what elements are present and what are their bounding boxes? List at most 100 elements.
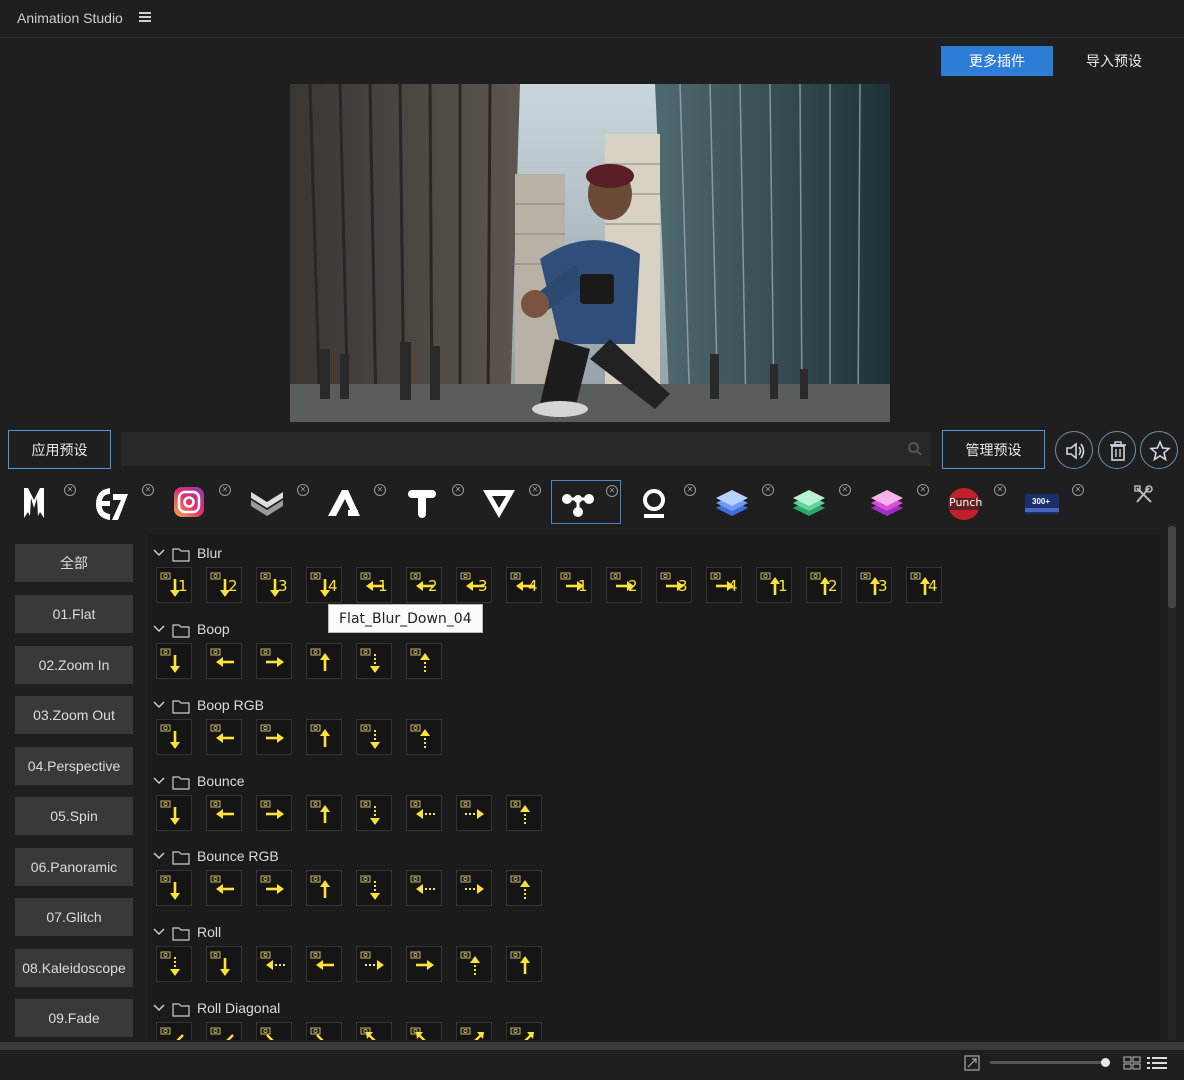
category-glitch[interactable]: 07.Glitch [15, 898, 133, 936]
preset-tile[interactable]: 1 [356, 567, 392, 603]
chevron-down-icon[interactable] [153, 777, 165, 785]
preset-tile[interactable] [156, 643, 192, 679]
preset-tile[interactable] [456, 1022, 492, 1040]
preset-tile[interactable] [356, 795, 392, 831]
close-icon[interactable]: ✕ [917, 484, 929, 496]
list-view-icon[interactable] [1147, 1056, 1167, 1070]
category-flat[interactable]: 01.Flat [15, 595, 133, 633]
preset-tile[interactable]: 2 [406, 567, 442, 603]
preset-tile[interactable] [406, 946, 442, 982]
category-panoramic[interactable]: 06.Panoramic [15, 848, 133, 886]
preset-tile[interactable] [506, 795, 542, 831]
chevron-down-icon[interactable] [153, 549, 165, 557]
apply-preset-button[interactable]: 应用预设 [8, 430, 111, 469]
plugin-v[interactable]: ✕ [473, 480, 543, 524]
close-icon[interactable]: ✕ [762, 484, 774, 496]
preset-tile[interactable]: 4 [906, 567, 942, 603]
chevron-down-icon[interactable] [153, 928, 165, 936]
manage-presets-button[interactable]: 管理预设 [942, 430, 1045, 469]
delete-button[interactable] [1098, 431, 1136, 469]
chevron-down-icon[interactable] [153, 701, 165, 709]
preset-tile[interactable] [156, 719, 192, 755]
preset-tile[interactable] [256, 946, 292, 982]
category-zoom-in[interactable]: 02.Zoom In [15, 646, 133, 684]
preset-tile[interactable] [406, 870, 442, 906]
preset-tile[interactable] [406, 719, 442, 755]
preset-tile[interactable] [256, 719, 292, 755]
preset-tile[interactable] [206, 795, 242, 831]
preset-tile[interactable] [256, 1022, 292, 1040]
zoom-slider[interactable] [990, 1061, 1110, 1064]
import-presets-button[interactable]: 导入预设 [1068, 46, 1160, 76]
plugin-e7[interactable]: ✕ [86, 480, 156, 524]
preset-tile[interactable] [356, 1022, 392, 1040]
preset-tile[interactable] [306, 795, 342, 831]
plugin-instagram[interactable]: ✕ [163, 480, 233, 524]
preset-tile[interactable] [456, 870, 492, 906]
preset-tile[interactable]: 1 [556, 567, 592, 603]
close-icon[interactable]: ✕ [839, 484, 851, 496]
preset-tile[interactable]: 3 [656, 567, 692, 603]
hamburger-menu-icon[interactable] [139, 12, 151, 22]
close-icon[interactable]: ✕ [452, 484, 464, 496]
vertical-scroll-thumb[interactable] [1168, 526, 1176, 608]
preset-tile[interactable] [356, 643, 392, 679]
plugin-transitions[interactable]: 300+ ✕ [1016, 480, 1086, 524]
category-perspective[interactable]: 04.Perspective [15, 747, 133, 785]
preset-tile[interactable] [506, 870, 542, 906]
close-icon[interactable]: ✕ [374, 484, 386, 496]
preset-tile[interactable] [456, 946, 492, 982]
close-icon[interactable]: ✕ [684, 484, 696, 496]
preset-tile[interactable]: 2 [206, 567, 242, 603]
preset-tile[interactable] [406, 1022, 442, 1040]
preset-tile[interactable]: 2 [606, 567, 642, 603]
close-icon[interactable]: ✕ [64, 484, 76, 496]
preset-tile[interactable] [306, 719, 342, 755]
category-all[interactable]: 全部 [15, 544, 133, 582]
preset-tile[interactable] [206, 870, 242, 906]
preset-tile[interactable] [156, 795, 192, 831]
category-spin[interactable]: 05.Spin [15, 797, 133, 835]
preset-tile[interactable] [256, 643, 292, 679]
preset-tile[interactable]: 4 [306, 567, 342, 603]
category-kaleidoscope[interactable]: 08.Kaleidoscope [15, 949, 133, 987]
preset-tile[interactable] [206, 719, 242, 755]
close-icon[interactable]: ✕ [219, 484, 231, 496]
fit-size-icon[interactable] [964, 1055, 980, 1071]
preset-tile[interactable] [356, 870, 392, 906]
plugin-punch[interactable]: Punch ✕ [938, 480, 1008, 524]
preset-tile[interactable] [206, 946, 242, 982]
preset-tile[interactable]: 1 [156, 567, 192, 603]
preset-tile[interactable] [406, 643, 442, 679]
preset-tile[interactable] [206, 1022, 242, 1040]
tools-icon[interactable] [1133, 484, 1155, 506]
preset-tile[interactable] [256, 795, 292, 831]
plugin-t[interactable]: ✕ [396, 480, 466, 524]
category-fade[interactable]: 09.Fade [15, 999, 133, 1037]
preset-tile[interactable]: 1 [756, 567, 792, 603]
preset-tile[interactable] [306, 643, 342, 679]
preset-tile[interactable] [356, 719, 392, 755]
close-icon[interactable]: ✕ [297, 484, 309, 496]
plugin-blue-layers[interactable]: ✕ [706, 480, 776, 524]
preset-tile[interactable]: 4 [506, 567, 542, 603]
preset-tile[interactable] [506, 1022, 542, 1040]
preset-tile[interactable]: 4 [706, 567, 742, 603]
preset-tile[interactable] [406, 795, 442, 831]
search-input[interactable] [121, 432, 931, 466]
preset-tile[interactable] [156, 870, 192, 906]
preset-tile[interactable]: 2 [806, 567, 842, 603]
preset-tile[interactable]: 3 [456, 567, 492, 603]
more-plugins-button[interactable]: 更多插件 [941, 46, 1053, 76]
preset-tile[interactable] [506, 946, 542, 982]
plugin-a[interactable]: ✕ [318, 480, 388, 524]
plugin-pink-layers[interactable]: ✕ [861, 480, 931, 524]
plugin-nodes[interactable]: ✕ [551, 480, 621, 524]
preset-tile[interactable] [206, 643, 242, 679]
preset-tile[interactable] [256, 870, 292, 906]
search-icon[interactable] [907, 441, 923, 457]
preset-tile[interactable] [306, 946, 342, 982]
favorite-button[interactable] [1140, 431, 1178, 469]
preset-tile[interactable] [456, 795, 492, 831]
plugin-m[interactable]: ✕ [8, 480, 78, 524]
